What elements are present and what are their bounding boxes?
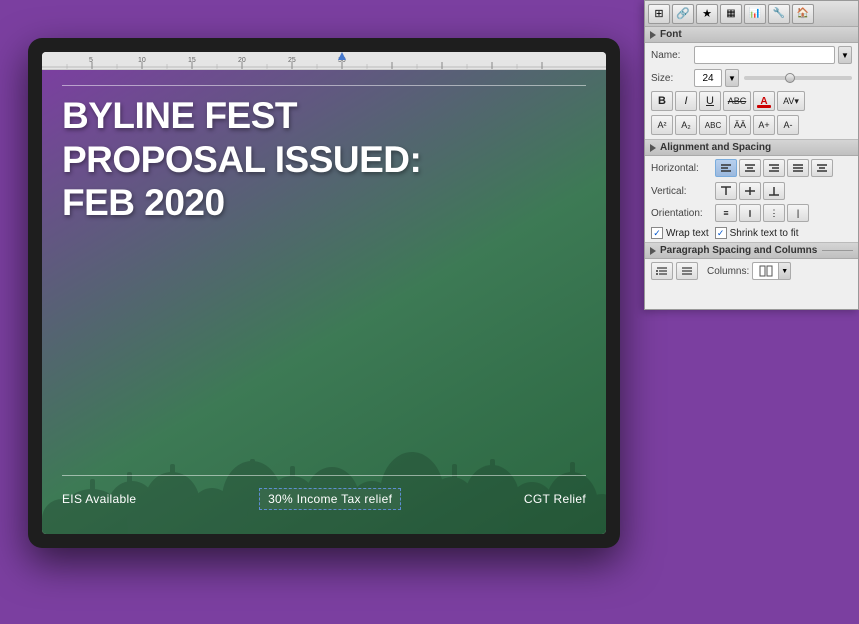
alignment-section-label: Alignment and Spacing [660,142,771,153]
laptop-screen: 5 10 15 20 25 30 [42,52,606,534]
slide-bottom-divider [62,475,586,476]
font-size-decrease[interactable]: A- [777,115,799,135]
align-right-btn[interactable] [763,159,785,177]
slide-canvas[interactable]: BYLINE FEST PROPOSAL ISSUED: FEB 2020 EI… [42,70,606,534]
strikethrough-button[interactable]: ABC [723,91,751,111]
vertical-align-row: Vertical: [645,180,858,202]
shrink-text-checkbox-label[interactable]: ✓ Shrink text to fit [715,227,799,239]
svg-text:20: 20 [238,57,246,64]
baseline-button[interactable]: ABC [699,115,727,135]
orient-2-btn[interactable]: ⫾ [739,204,761,222]
spacing-section-header: Paragraph Spacing and Columns [645,242,858,259]
title-line-3: FEB 2020 [62,181,586,225]
vertical-label: Vertical: [651,186,713,197]
tb-icon-4[interactable]: ▦ [720,4,742,24]
orient-4-btn[interactable]: | [787,204,809,222]
wrap-text-checkbox[interactable]: ✓ [651,227,663,239]
toolbar-icon-row: ⊞ 🔗 ★ ▦ 📊 🔧 🏠 [645,1,858,27]
tb-icon-1[interactable]: ⊞ [648,4,670,24]
align-justify-btn[interactable] [787,159,809,177]
horizontal-align-row: Horizontal: [645,156,858,180]
italic-button[interactable]: I [675,91,697,111]
slide-bottom-bar: EIS Available 30% Income Tax relief CGT … [62,488,586,510]
slide-top-divider [62,85,586,86]
columns-value-box [752,262,778,280]
underline-button[interactable]: U [699,91,721,111]
svg-text:10: 10 [138,57,146,64]
horizontal-label: Horizontal: [651,163,713,174]
font-name-dropdown[interactable]: ▼ [838,46,852,64]
tb-icon-7[interactable]: 🏠 [792,4,814,24]
orientation-row: Orientation: ≡ ⫾ ⋮ | [645,202,858,224]
spacing-section-label: Paragraph Spacing and Columns [660,245,817,256]
tb-icon-5[interactable]: 📊 [744,4,766,24]
font-section-header: Font [645,27,858,43]
columns-dropdown-btn[interactable]: ▼ [778,262,791,280]
bold-button[interactable]: B [651,91,673,111]
list-indent-btn[interactable] [651,262,673,280]
align-left-btn[interactable] [715,159,737,177]
tb-icon-2[interactable]: 🔗 [672,4,694,24]
columns-label: Columns: [707,266,749,277]
title-line-1: BYLINE FEST [62,94,586,138]
checkbox-row: ✓ Wrap text ✓ Shrink text to fit [645,224,858,242]
orientation-label: Orientation: [651,208,713,219]
valign-top-btn[interactable] [715,182,737,200]
format-buttons-row: B I U ABC A AV▾ [645,89,858,113]
superscript-button[interactable]: A² [651,115,673,135]
bottom-cgt: CGT Relief [524,492,586,506]
name-label: Name: [651,50,691,61]
align-center-btn[interactable] [739,159,761,177]
valign-middle-btn[interactable] [739,182,761,200]
font-size-input[interactable] [694,69,722,87]
size-label: Size: [651,73,691,84]
font-color-2-button[interactable]: AV▾ [777,91,805,111]
format-small-row: A² A₂ ABC ÄÄ A+ A- [645,113,858,137]
toolbar-panel: ⊞ 🔗 ★ ▦ 📊 🔧 🏠 Font Name: ▼ Size: ▼ B I U… [644,0,859,310]
svg-text:25: 25 [288,57,296,64]
orient-3-btn[interactable]: ⋮ [763,204,785,222]
svg-text:15: 15 [188,57,196,64]
svg-text:5: 5 [89,57,93,64]
columns-row: Columns: ▼ [645,259,858,283]
laptop-frame: 5 10 15 20 25 30 [28,38,620,548]
font-size-slider[interactable] [744,76,852,80]
font-section-label: Font [660,29,682,40]
bottom-eis: EIS Available [62,492,136,506]
subscript-button[interactable]: A₂ [675,115,697,135]
bottom-tax[interactable]: 30% Income Tax relief [259,488,401,510]
columns-select-wrap: ▼ [752,262,791,280]
font-size-row: Size: ▼ [645,67,858,89]
list-btn[interactable] [676,262,698,280]
tb-icon-3[interactable]: ★ [696,4,718,24]
slider-thumb [785,73,795,83]
font-name-input[interactable] [694,46,835,64]
wrap-text-checkbox-label[interactable]: ✓ Wrap text [651,227,709,239]
font-name-row: Name: ▼ [645,43,858,67]
orient-1-btn[interactable]: ≡ [715,204,737,222]
tb-icon-6[interactable]: 🔧 [768,4,790,24]
slide-content-area: BYLINE FEST PROPOSAL ISSUED: FEB 2020 EI… [62,85,586,524]
align-distribute-btn[interactable] [811,159,833,177]
font-size-increase[interactable]: A+ [753,115,775,135]
font-size-dropdown[interactable]: ▼ [725,69,739,87]
shrink-text-checkbox[interactable]: ✓ [715,227,727,239]
alignment-section-header: Alignment and Spacing [645,139,858,156]
valign-bottom-btn[interactable] [763,182,785,200]
slide-title: BYLINE FEST PROPOSAL ISSUED: FEB 2020 [62,94,586,225]
caps-button[interactable]: ÄÄ [729,115,751,135]
title-line-2: PROPOSAL ISSUED: [62,138,586,182]
font-color-button[interactable]: A [753,91,775,111]
ruler-bar: 5 10 15 20 25 30 [42,52,606,70]
